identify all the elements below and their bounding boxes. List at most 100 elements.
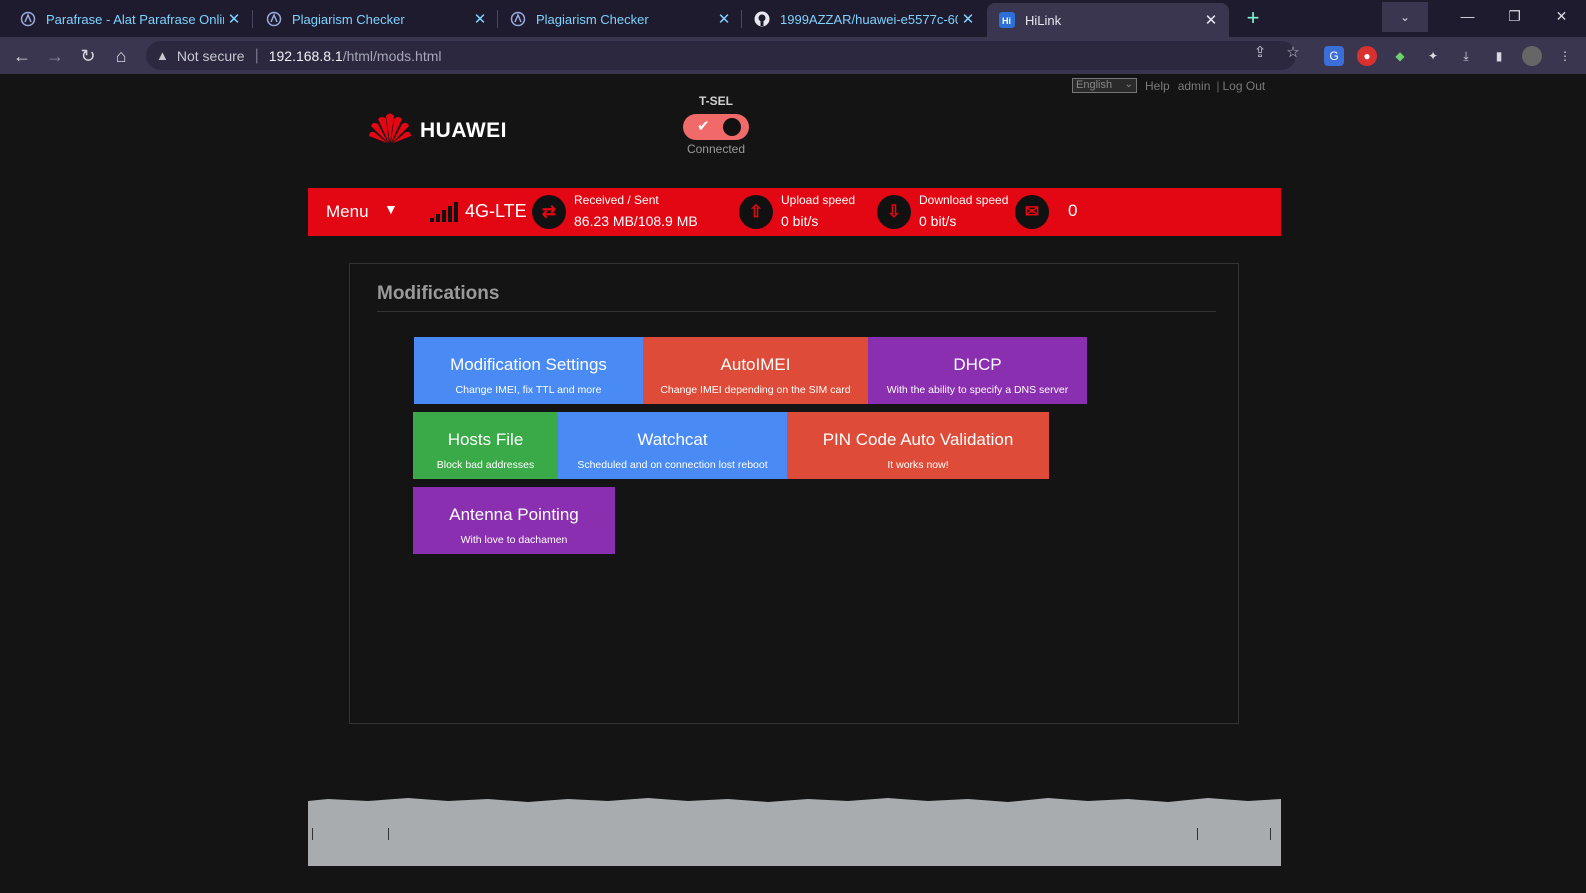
home-icon[interactable]: ⌂ xyxy=(108,43,134,69)
download-arrow-icon: ⇩ xyxy=(877,195,911,229)
bookmark-star-icon[interactable]: ☆ xyxy=(1284,44,1302,62)
tile-title: Antenna Pointing xyxy=(449,505,579,524)
url-path: /html/mods.html xyxy=(342,47,442,64)
close-icon[interactable]: ✕ xyxy=(1201,11,1221,29)
parafrase-icon xyxy=(20,11,36,27)
status-bar: Menu ▼ 4G-LTE ⇄ Received / Sent 86.23 MB… xyxy=(308,188,1281,236)
signal-bar xyxy=(436,214,440,222)
brand-wordmark: HUAWEI xyxy=(420,118,507,142)
tab-plagiarism-1[interactable]: Plagiarism Checker ✕ xyxy=(246,4,498,34)
signal-bar xyxy=(448,206,452,222)
menu-arrow-icon[interactable]: ▼ xyxy=(384,201,398,217)
url-host: 192.168.8.1 xyxy=(268,47,343,64)
close-icon[interactable]: ✕ xyxy=(470,10,490,28)
tile-watchcat[interactable]: Watchcat Scheduled and on connection los… xyxy=(558,412,787,479)
download-speed-value: 0 bit/s xyxy=(919,213,957,229)
menu-button[interactable]: Menu xyxy=(326,202,369,222)
tile-subtitle: Change IMEI, fix TTL and more xyxy=(455,384,602,396)
svg-text:Hi: Hi xyxy=(1002,16,1011,26)
language-select[interactable]: English ⌄ xyxy=(1072,78,1137,93)
check-icon: ✔ xyxy=(697,118,710,135)
tile-subtitle: With the ability to specify a DNS server xyxy=(886,384,1069,396)
tile-dhcp[interactable]: DHCP With the ability to specify a DNS s… xyxy=(868,337,1087,404)
extension-green-icon[interactable]: ◆ xyxy=(1390,46,1410,66)
upload-speed-value: 0 bit/s xyxy=(781,213,819,229)
language-value: English xyxy=(1076,79,1113,91)
minimize-icon[interactable]: — xyxy=(1444,0,1491,32)
plagiarism-icon xyxy=(266,11,282,27)
tile-modification-settings[interactable]: Modification Settings Change IMEI, fix T… xyxy=(414,337,643,404)
tab-title: Plagiarism Checker xyxy=(536,11,649,27)
footer-tick xyxy=(1270,828,1271,840)
page-title: Modifications xyxy=(377,283,500,304)
toggle-knob xyxy=(723,118,741,136)
tab-hilink[interactable]: Hi HiLink ✕ xyxy=(987,3,1229,37)
browser-toolbar: ← → ↻ ⌂ ▲ Not secure | 192.168.8.1 /html… xyxy=(0,37,1586,74)
received-sent-value: 86.23 MB/108.9 MB xyxy=(574,213,698,229)
address-divider: | xyxy=(254,46,259,64)
window-close-icon[interactable]: ✕ xyxy=(1538,0,1585,32)
tile-subtitle: With love to dachamen xyxy=(460,534,568,546)
link-divider: | xyxy=(1216,78,1220,93)
tab-title: Plagiarism Checker xyxy=(292,11,405,27)
upload-speed-label: Upload speed xyxy=(781,193,856,207)
address-bar[interactable]: ▲ Not secure | 192.168.8.1 /html/mods.ht… xyxy=(146,41,1296,70)
footer-banner xyxy=(308,796,1281,866)
upload-arrow-icon: ⇧ xyxy=(739,195,773,229)
huawei-flower-icon xyxy=(368,110,412,151)
title-divider xyxy=(377,311,1216,312)
huawei-logo: HUAWEI xyxy=(368,110,507,151)
signal-strength-icon xyxy=(430,200,462,227)
tile-hosts-file[interactable]: Hosts File Block bad addresses xyxy=(413,412,558,479)
reload-icon[interactable]: ↻ xyxy=(75,43,101,69)
extension-red-icon[interactable]: ● xyxy=(1357,46,1377,66)
new-tab-icon[interactable]: + xyxy=(1240,6,1266,32)
restore-icon[interactable]: ❐ xyxy=(1491,0,1538,32)
transfer-arrows-icon: ⇄ xyxy=(532,195,566,229)
tile-subtitle: Scheduled and on connection lost reboot xyxy=(577,459,768,471)
share-icon[interactable]: ⇪ xyxy=(1251,44,1269,62)
envelope-icon[interactable]: ✉ xyxy=(1015,195,1049,229)
profile-avatar[interactable] xyxy=(1522,46,1542,66)
help-link[interactable]: Help xyxy=(1145,79,1170,93)
close-icon[interactable]: ✕ xyxy=(714,10,734,28)
tab-plagiarism-2[interactable]: Plagiarism Checker ✕ xyxy=(490,4,742,34)
user-link[interactable]: admin xyxy=(1178,79,1211,93)
tile-title: PIN Code Auto Validation xyxy=(822,430,1014,449)
extensions-puzzle-icon[interactable]: ✦ xyxy=(1423,46,1443,66)
tile-subtitle: It works now! xyxy=(887,459,949,471)
tab-github[interactable]: 1999AZZAR/huawei-e5577c-603 ✕ xyxy=(734,4,986,34)
signal-bar xyxy=(442,210,446,222)
more-menu-icon[interactable]: ⋮ xyxy=(1555,46,1575,66)
plagiarism-icon xyxy=(510,11,526,27)
connection-toggle[interactable]: ✔ xyxy=(683,114,749,140)
tile-pin-code-auto-validation[interactable]: PIN Code Auto Validation It works now! xyxy=(787,412,1049,479)
close-icon[interactable]: ✕ xyxy=(958,10,978,28)
side-panel-icon[interactable]: ▮ xyxy=(1489,46,1509,66)
message-count: 0 xyxy=(1068,201,1078,220)
tile-title: AutoIMEI xyxy=(720,355,791,374)
download-icon[interactable]: ⤓ xyxy=(1456,46,1476,66)
tab-search-chevron-icon[interactable]: ⌄ xyxy=(1382,2,1428,32)
close-icon[interactable]: ✕ xyxy=(224,10,244,28)
download-speed-label: Download speed xyxy=(919,193,1009,207)
forward-icon[interactable]: → xyxy=(42,43,68,69)
modifications-panel: Modifications Modification Settings Chan… xyxy=(349,263,1239,724)
network-type: 4G-LTE xyxy=(465,201,527,221)
top-links: English ⌄ Help admin | Log Out xyxy=(1072,78,1265,93)
tab-title: HiLink xyxy=(1025,12,1062,28)
tile-autoimei[interactable]: AutoIMEI Change IMEI depending on the SI… xyxy=(643,337,868,404)
tile-antenna-pointing[interactable]: Antenna Pointing With love to dachamen xyxy=(413,487,615,554)
tab-parafrase[interactable]: Parafrase - Alat Parafrase Online ✕ xyxy=(0,4,252,34)
signal-bar xyxy=(430,218,434,222)
back-icon[interactable]: ← xyxy=(9,43,35,69)
footer-tick xyxy=(312,828,313,840)
logout-link[interactable]: Log Out xyxy=(1223,79,1266,93)
hilink-page: English ⌄ Help admin | Log Out HUAWEI T-… xyxy=(0,74,1586,893)
signal-bar xyxy=(454,202,458,222)
translate-extension-icon[interactable]: G xyxy=(1324,46,1344,66)
tile-subtitle: Change IMEI depending on the SIM card xyxy=(660,384,851,396)
warning-icon: ▲ xyxy=(156,48,169,63)
footer-tick xyxy=(388,828,389,840)
received-sent-label: Received / Sent xyxy=(574,193,659,207)
